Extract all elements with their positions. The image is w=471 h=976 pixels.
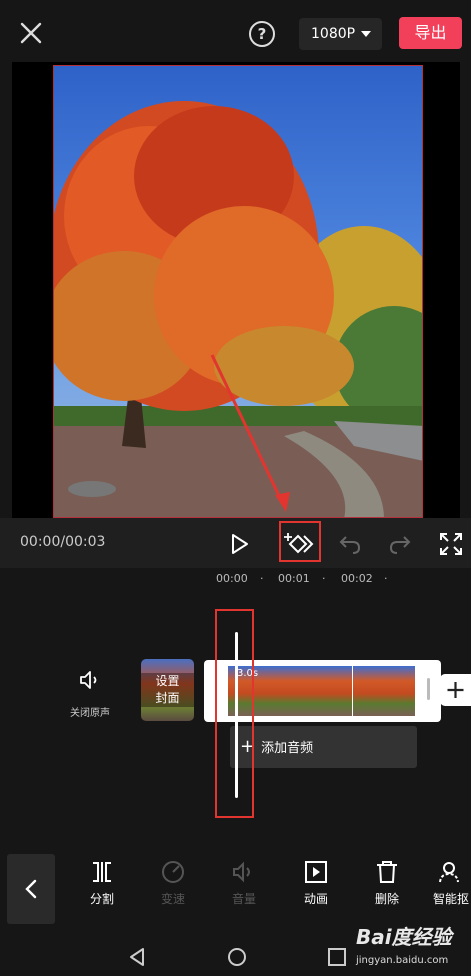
ruler-tick: 00:00 [216,572,248,585]
cover-label: 设置 封面 [141,673,194,707]
watermark-brand: Bai度经验 [356,925,452,949]
resolution-value: 1080P [311,26,356,42]
playback-controls: 00:00/00:03 [0,518,471,568]
time-ruler: 00:00 · 00:01 · 00:02 · [0,568,471,590]
ruler-tick: 00:02 [341,572,373,585]
preview-image [53,65,423,518]
watermark-url: jingyan.baidu.com [356,955,449,966]
ruler-tick: 00:01 [278,572,310,585]
tool-label: 变速 [160,892,185,906]
top-bar: ? 1080P 导出 [0,0,471,62]
trim-handle[interactable] [427,678,430,700]
delete-icon [377,861,397,883]
tool-label: 音量 [231,892,256,906]
tool-smart-cutout[interactable]: 智能抠 [428,860,471,920]
timecode: 00:00/00:03 [20,534,106,550]
play-icon[interactable] [226,531,252,557]
speaker-icon [80,671,97,689]
chevron-left-icon [25,879,37,899]
nav-back-icon[interactable] [127,946,149,968]
add-clip-button[interactable] [440,674,471,706]
plus-icon [447,682,464,698]
speed-icon [162,861,184,883]
undo-icon[interactable] [338,531,364,557]
back-button[interactable] [7,854,55,924]
resolution-dropdown[interactable]: 1080P [299,18,382,50]
add-audio-label: 添加音频 [261,741,314,756]
clip-thumbnail [290,666,352,716]
smart-cutout-icon [439,862,459,883]
clip-thumbnail [353,666,415,716]
highlight-box-keyframe [279,521,321,562]
add-audio-button[interactable]: + 添加音频 [230,726,417,768]
split-icon [93,862,111,882]
clip-end [415,666,417,716]
ruler-dot: · [322,572,326,585]
ruler-dot: · [260,572,264,585]
tool-label: 删除 [374,892,399,906]
tool-split[interactable]: 分割 [76,860,128,920]
tool-label: 智能抠 [432,892,469,906]
highlight-box-playhead [215,609,254,818]
mute-original-button[interactable]: 关闭原声 [60,668,120,719]
tool-label: 分割 [89,892,114,906]
close-icon[interactable] [18,20,44,46]
export-button[interactable]: 导出 [399,17,462,49]
tool-label: 动画 [303,892,328,906]
cover-label-line2: 封面 [155,691,180,705]
video-preview[interactable] [12,62,460,518]
mute-label: 关闭原声 [70,708,110,719]
nav-recent-icon[interactable] [326,946,348,968]
help-icon[interactable]: ? [249,21,275,47]
animation-icon [305,861,327,883]
caret-down-icon [361,31,371,37]
tool-delete[interactable]: 删除 [361,860,413,920]
tool-speed[interactable]: 变速 [147,860,199,920]
tool-volume[interactable]: 音量 [218,860,270,920]
volume-icon [233,861,250,883]
fullscreen-icon[interactable] [438,531,464,557]
cover-label-line1: 设置 [155,674,180,688]
nav-home-icon[interactable] [226,946,248,968]
ruler-dot: · [384,572,388,585]
set-cover-button[interactable]: 设置 封面 [141,659,194,721]
tool-animation[interactable]: 动画 [290,860,342,920]
redo-icon[interactable] [386,531,412,557]
baidu-jingyan-watermark: Bai度经验 jingyan.baidu.com [356,913,466,969]
